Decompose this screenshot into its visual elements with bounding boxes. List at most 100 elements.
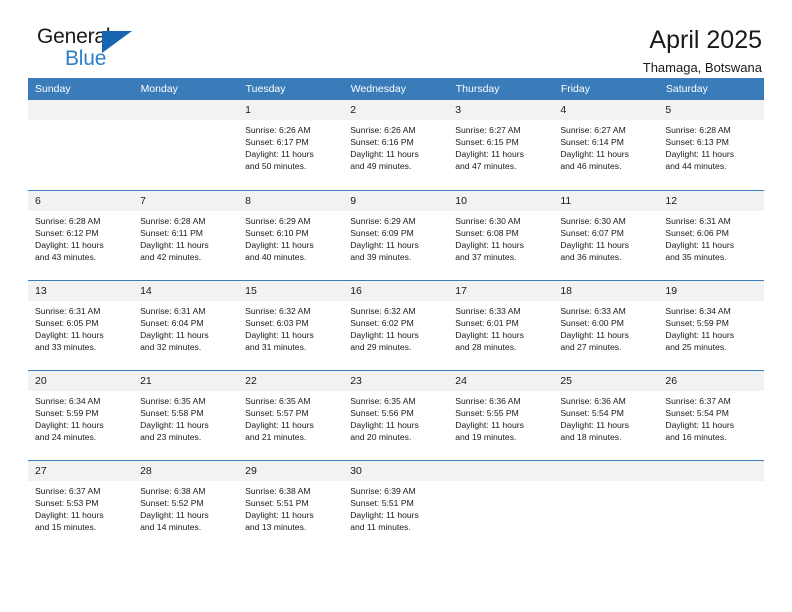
calendar-day-cell[interactable]: 6 Sunrise: 6:28 AM Sunset: 6:12 PM Daylight… <box>28 189 134 280</box>
day-number: 10 <box>448 190 554 211</box>
calendar-day-cell[interactable]: 27 Sunrise: 6:37 AM Sunset: 5:53 PM Dayligh… <box>28 459 134 550</box>
calendar-day-cell[interactable]: 8 Sunrise: 6:29 AM Sunset: 6:10 PM Daylight… <box>238 189 344 280</box>
sunrise-text: Sunrise: 6:39 AM <box>350 485 416 496</box>
day-number <box>553 460 659 481</box>
calendar-day-cell[interactable]: 29 Sunrise: 6:38 AM Sunset: 5:51 PM Dayligh… <box>238 459 344 550</box>
daylight-text-line2: and 16 minutes. <box>665 431 727 442</box>
sunset-text: Sunset: 5:52 PM <box>140 497 204 508</box>
daylight-text-line2: and 29 minutes. <box>350 341 412 352</box>
day-number: 12 <box>658 190 764 211</box>
calendar-day-cell[interactable]: 24 Sunrise: 6:36 AM Sunset: 5:55 PM Dayligh… <box>448 369 554 460</box>
daylight-text-line2: and 18 minutes. <box>560 431 622 442</box>
daylight-text-line1: Daylight: 11 hours <box>455 149 524 160</box>
day-number: 29 <box>238 460 344 481</box>
calendar-day-cell[interactable]: 14 Sunrise: 6:31 AM Sunset: 6:04 PM Dayligh… <box>133 279 239 370</box>
calendar-day-cell[interactable]: 20 Sunrise: 6:34 AM Sunset: 5:59 PM Dayligh… <box>28 369 134 460</box>
day-number: 21 <box>133 370 239 391</box>
calendar-day-cell[interactable]: 25 Sunrise: 6:36 AM Sunset: 5:54 PM Dayligh… <box>553 369 659 460</box>
day-sun-info: Sunrise: 6:37 AM Sunset: 5:54 PM Daylight:… <box>658 391 763 443</box>
weekday-header-saturday: Saturday <box>658 78 765 100</box>
calendar-day-cell[interactable]: 2 Sunrise: 6:26 AM Sunset: 6:16 PM Daylight… <box>343 100 449 190</box>
daylight-text-line1: Daylight: 11 hours <box>665 329 735 340</box>
calendar-day-cell[interactable]: 15 Sunrise: 6:32 AM Sunset: 6:03 PM Dayligh… <box>238 279 344 370</box>
daylight-text-line1: Daylight: 11 hours <box>665 149 735 160</box>
sunset-text: Sunset: 5:57 PM <box>245 407 309 418</box>
weekday-header-monday: Monday <box>133 78 239 100</box>
day-sun-info: Sunrise: 6:39 AM Sunset: 5:51 PM Daylight:… <box>343 481 448 533</box>
calendar-day-cell[interactable]: 1 Sunrise: 6:26 AM Sunset: 6:17 PM Daylight… <box>238 100 344 190</box>
sunset-text: Sunset: 5:59 PM <box>665 317 729 328</box>
sunset-text: Sunset: 6:01 PM <box>455 317 519 328</box>
daylight-text-line2: and 15 minutes. <box>35 521 97 532</box>
daylight-text-line2: and 40 minutes. <box>245 251 307 262</box>
calendar-day-cell[interactable]: 10 Sunrise: 6:30 AM Sunset: 6:08 PM Dayligh… <box>448 189 554 280</box>
daylight-text-line1: Daylight: 11 hours <box>140 329 209 340</box>
day-number: 23 <box>343 370 449 391</box>
calendar-day-cell[interactable]: 28 Sunrise: 6:38 AM Sunset: 5:52 PM Dayligh… <box>133 459 239 550</box>
sunset-text: Sunset: 6:12 PM <box>35 227 99 238</box>
sunrise-text: Sunrise: 6:32 AM <box>245 305 311 316</box>
daylight-text-line2: and 19 minutes. <box>455 431 517 442</box>
day-sun-info: Sunrise: 6:34 AM Sunset: 5:59 PM Daylight:… <box>28 391 133 443</box>
calendar-day-cell[interactable]: 21 Sunrise: 6:35 AM Sunset: 5:58 PM Dayligh… <box>133 369 239 460</box>
day-sun-info: Sunrise: 6:35 AM Sunset: 5:58 PM Daylight:… <box>133 391 238 443</box>
calendar-day-cell[interactable]: 11 Sunrise: 6:30 AM Sunset: 6:07 PM Dayligh… <box>553 189 659 280</box>
calendar-day-cell[interactable]: 30 Sunrise: 6:39 AM Sunset: 5:51 PM Dayligh… <box>343 459 449 550</box>
calendar-day-cell[interactable]: 4 Sunrise: 6:27 AM Sunset: 6:14 PM Daylight… <box>553 100 659 190</box>
calendar-day-cell[interactable]: 22 Sunrise: 6:35 AM Sunset: 5:57 PM Dayligh… <box>238 369 344 460</box>
sunrise-text: Sunrise: 6:27 AM <box>455 125 521 135</box>
daylight-text-line1: Daylight: 11 hours <box>455 239 524 250</box>
sunrise-text: Sunrise: 6:36 AM <box>560 395 626 406</box>
calendar-day-cell-empty <box>133 100 239 190</box>
daylight-text-line1: Daylight: 11 hours <box>140 239 209 250</box>
sunset-text: Sunset: 5:54 PM <box>665 407 729 418</box>
weekday-header-thursday: Thursday <box>448 78 554 100</box>
day-sun-info: Sunrise: 6:35 AM Sunset: 5:57 PM Daylight:… <box>238 391 343 443</box>
logo-text-general: General <box>37 25 111 48</box>
sunrise-text: Sunrise: 6:36 AM <box>455 395 521 406</box>
sunrise-text: Sunrise: 6:26 AM <box>245 125 311 135</box>
calendar-day-cell[interactable]: 12 Sunrise: 6:31 AM Sunset: 6:06 PM Dayligh… <box>658 189 764 280</box>
daylight-text-line2: and 32 minutes. <box>140 341 202 352</box>
daylight-text-line2: and 39 minutes. <box>350 251 412 262</box>
day-number: 7 <box>133 190 239 211</box>
general-blue-logo: General Blue <box>28 26 138 78</box>
sunrise-text: Sunrise: 6:29 AM <box>245 215 311 226</box>
sunrise-text: Sunrise: 6:28 AM <box>140 215 206 226</box>
day-sun-info: Sunrise: 6:27 AM Sunset: 6:14 PM Daylight:… <box>553 120 658 172</box>
calendar-day-cell[interactable]: 16 Sunrise: 6:32 AM Sunset: 6:02 PM Dayligh… <box>343 279 449 370</box>
calendar-day-cell-empty <box>28 100 134 190</box>
sunrise-text: Sunrise: 6:30 AM <box>455 215 521 226</box>
daylight-text-line2: and 27 minutes. <box>560 341 622 352</box>
calendar-day-cell[interactable]: 26 Sunrise: 6:37 AM Sunset: 5:54 PM Dayligh… <box>658 369 764 460</box>
sunset-text: Sunset: 6:04 PM <box>140 317 204 328</box>
calendar-day-cell[interactable]: 23 Sunrise: 6:35 AM Sunset: 5:56 PM Dayligh… <box>343 369 449 460</box>
day-number: 22 <box>238 370 344 391</box>
page-subtitle: Thamaga, Botswana <box>642 60 762 75</box>
calendar-day-cell[interactable]: 7 Sunrise: 6:28 AM Sunset: 6:11 PM Daylight… <box>133 189 239 280</box>
calendar-day-cell[interactable]: 17 Sunrise: 6:33 AM Sunset: 6:01 PM Dayligh… <box>448 279 554 370</box>
day-sun-info: Sunrise: 6:26 AM Sunset: 6:16 PM Daylight:… <box>343 120 448 172</box>
daylight-text-line1: Daylight: 11 hours <box>560 329 629 340</box>
sunrise-text: Sunrise: 6:35 AM <box>350 395 416 406</box>
sunrise-text: Sunrise: 6:38 AM <box>245 485 311 496</box>
day-number <box>28 100 134 120</box>
day-number: 9 <box>343 190 449 211</box>
calendar-day-cell[interactable]: 18 Sunrise: 6:33 AM Sunset: 6:00 PM Dayligh… <box>553 279 659 370</box>
calendar-day-cell[interactable]: 19 Sunrise: 6:34 AM Sunset: 5:59 PM Dayligh… <box>658 279 764 370</box>
weekday-header-sunday: Sunday <box>28 78 134 100</box>
calendar-day-cell[interactable]: 13 Sunrise: 6:31 AM Sunset: 6:05 PM Dayligh… <box>28 279 134 370</box>
daylight-text-line1: Daylight: 11 hours <box>350 239 419 250</box>
day-sun-info: Sunrise: 6:27 AM Sunset: 6:15 PM Daylight:… <box>448 120 553 172</box>
day-sun-info: Sunrise: 6:36 AM Sunset: 5:54 PM Daylight:… <box>553 391 658 443</box>
day-sun-info: Sunrise: 6:36 AM Sunset: 5:55 PM Daylight:… <box>448 391 553 443</box>
day-sun-info: Sunrise: 6:31 AM Sunset: 6:06 PM Daylight:… <box>658 211 763 263</box>
weekday-header-friday: Friday <box>553 78 659 100</box>
daylight-text-line1: Daylight: 11 hours <box>665 239 735 250</box>
calendar-day-cell[interactable]: 3 Sunrise: 6:27 AM Sunset: 6:15 PM Daylight… <box>448 100 554 190</box>
calendar-day-cell[interactable]: 5 Sunrise: 6:28 AM Sunset: 6:13 PM Daylight… <box>658 100 764 190</box>
daylight-text-line1: Daylight: 11 hours <box>140 509 209 520</box>
calendar-day-cell[interactable]: 9 Sunrise: 6:29 AM Sunset: 6:09 PM Daylight… <box>343 189 449 280</box>
calendar-page: General Blue April 2025 Thamaga, Botswan… <box>0 0 792 612</box>
daylight-text-line2: and 13 minutes. <box>245 521 307 532</box>
